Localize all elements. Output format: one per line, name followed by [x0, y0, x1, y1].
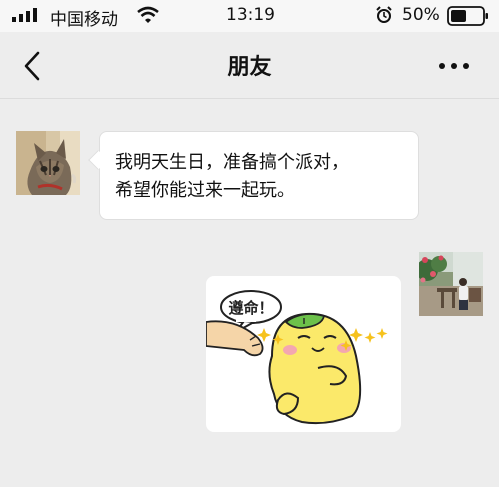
sticker-message[interactable]: 遵命！: [206, 276, 401, 432]
message-text[interactable]: 我明天生日，准备搞个派对， 希望你能过来一起玩。: [115, 149, 415, 205]
sticker-caption: 遵命！: [228, 299, 273, 317]
my-avatar[interactable]: [419, 252, 483, 316]
chat-title: 朋友: [227, 55, 272, 80]
alarm-icon: [376, 6, 392, 23]
friend-avatar[interactable]: [16, 131, 80, 195]
message-line-1: 我明天生日，准备搞个派对，: [115, 152, 349, 173]
wifi-icon: [137, 6, 159, 23]
carrier-name: 中国移动: [50, 10, 118, 30]
signal-strength-icon: [12, 8, 37, 22]
chat-header: 朋友: [0, 32, 499, 99]
battery-percentage: 50%: [402, 5, 440, 25]
message-line-2: 希望你能过来一起玩。: [115, 180, 295, 201]
battery-icon: [447, 6, 488, 26]
more-dots-icon[interactable]: [436, 56, 472, 76]
status-time: 13:19: [226, 5, 275, 25]
status-bar: 中国移动 13:19 50%: [0, 0, 499, 32]
